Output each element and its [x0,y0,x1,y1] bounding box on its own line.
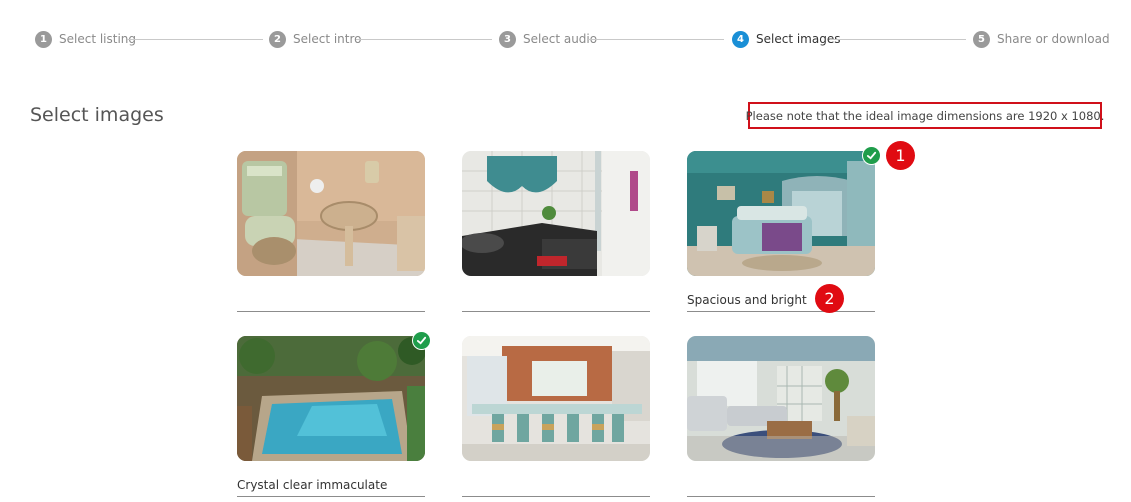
step-label: Share or download [997,32,1110,46]
step-connector [356,39,492,40]
step-number: 5 [973,30,990,48]
step-connector [830,39,966,40]
page-title: Select images [30,104,164,126]
step-connector [127,39,263,40]
image-thumbnail[interactable] [687,336,875,461]
step-share-or-download[interactable]: 5 Share or download [973,30,1110,48]
caption-underline [462,311,650,312]
step-label: Select intro [293,32,362,46]
step-connector [588,39,724,40]
image-card-bathroom[interactable] [237,151,425,312]
image-thumbnail[interactable] [237,151,425,276]
step-label: Select audio [523,32,598,46]
step-label: Select listing [59,32,137,46]
dimension-note-text: Please note that the ideal image dimensi… [745,108,1105,123]
image-thumbnail[interactable] [237,336,425,461]
step-select-listing[interactable]: 1 Select listing [35,30,136,48]
step-number: 3 [499,30,516,48]
image-thumbnail[interactable] [687,151,875,276]
patio-photo [462,336,650,461]
bathroom-photo [237,151,425,276]
image-caption[interactable]: Crystal clear immaculate [237,478,387,492]
caption-underline [462,496,650,497]
step-number: 2 [269,30,286,48]
step-number: 1 [35,30,52,48]
progress-stepper: 1 Select listing 2 Select intro 3 Select… [35,30,1110,50]
lounge-photo [687,336,875,461]
pool-photo [237,336,425,461]
caption-underline [237,496,425,497]
image-thumbnail[interactable] [462,151,650,276]
step-select-images[interactable]: 4 Select images [732,30,840,48]
image-card-pool[interactable]: Crystal clear immaculate [237,331,431,497]
image-caption[interactable]: Spacious and bright [687,293,807,307]
selected-check-icon[interactable] [412,331,431,350]
caption-underline [237,311,425,312]
step-label: Select images [756,32,841,46]
caption-underline [687,496,875,497]
image-card-kitchen[interactable] [462,151,650,312]
image-card-bedroom[interactable]: Spacious and bright [687,146,881,312]
annotation-marker-2: 2 [815,284,844,313]
bedroom-photo [687,151,875,276]
dimension-note: Please note that the ideal image dimensi… [745,102,1105,129]
step-select-audio[interactable]: 3 Select audio [499,30,597,48]
step-number: 4 [732,30,749,48]
image-thumbnail[interactable] [462,336,650,461]
caption-underline [687,311,875,312]
step-select-intro[interactable]: 2 Select intro [269,30,362,48]
image-card-patio[interactable] [462,336,650,497]
selected-check-icon[interactable] [862,146,881,165]
image-card-lounge[interactable] [687,336,875,497]
kitchen-photo [462,151,650,276]
annotation-marker-1: 1 [886,141,915,170]
